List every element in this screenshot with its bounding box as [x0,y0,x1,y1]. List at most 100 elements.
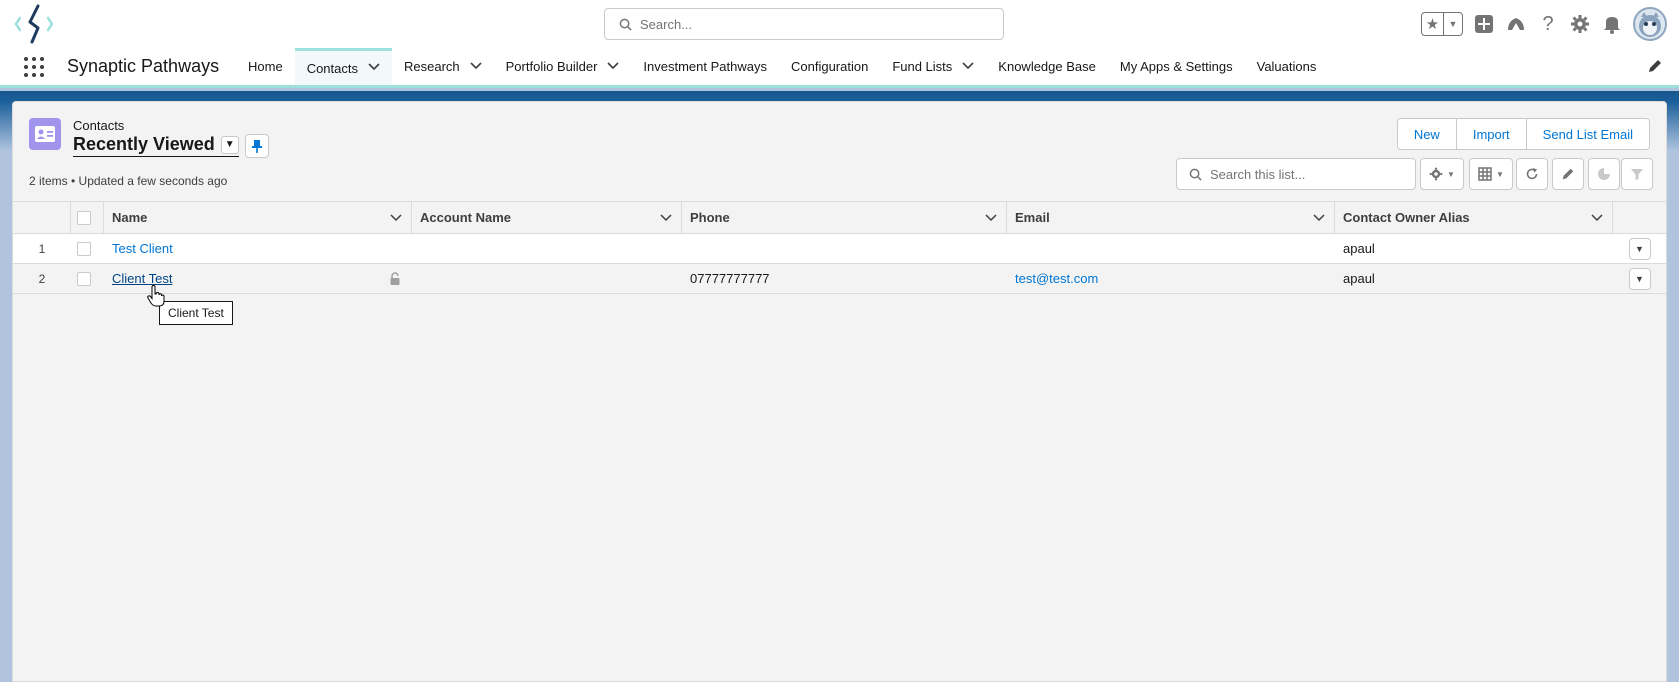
row-number: 2 [38,271,46,286]
list-view-title: Recently Viewed [73,134,215,154]
account-name-cell [412,234,682,263]
row-action-cell: ▼ [1613,234,1666,263]
list-view-controls-button[interactable]: ▼ [1420,158,1464,190]
column-header-email[interactable]: Email [1007,202,1335,233]
object-label: Contacts [73,118,125,133]
nav-items: Home Contacts Research Portfolio Builder… [236,48,1328,85]
row-action-dropdown-icon[interactable]: ▼ [1628,237,1651,260]
chevron-down-icon[interactable] [962,61,974,73]
column-header-name[interactable]: Name [104,202,412,233]
nav-item-configuration[interactable]: Configuration [779,48,880,85]
phone-cell: 07777777777 [690,271,770,286]
global-search[interactable] [604,8,1004,40]
table-row: 1 Test Client apaul ▼ [13,234,1666,264]
nav-item-research[interactable]: Research [392,48,494,85]
favorites-star-icon[interactable]: ★ [1422,13,1444,35]
inline-edit-button[interactable] [1552,158,1584,190]
nav-item-valuations[interactable]: Valuations [1245,48,1329,85]
nav-item-home[interactable]: Home [236,48,295,85]
pencil-icon [1562,168,1574,180]
favorites-dropdown-icon[interactable]: ▼ [1444,13,1462,35]
display-as-table-button[interactable]: ▼ [1469,158,1513,190]
notifications-bell-icon[interactable] [1601,13,1623,35]
row-number-header [13,202,71,233]
add-icon[interactable] [1473,13,1495,35]
contact-object-icon [29,118,61,150]
list-view-card: Contacts Recently Viewed ▼ 2 items • Upd… [12,101,1667,682]
app-name: Synaptic Pathways [67,56,220,76]
search-icon [619,18,632,31]
row-actions-header [1613,202,1666,233]
refresh-button[interactable] [1516,158,1548,190]
global-search-input[interactable] [640,16,980,32]
phone-cell [682,234,1007,263]
row-number: 1 [38,241,46,256]
select-all-header [71,202,104,233]
column-header-contact-owner-alias[interactable]: Contact Owner Alias [1335,202,1613,233]
nav-item-portfolio-builder[interactable]: Portfolio Builder [494,48,632,85]
global-header: ★ ▼ ? [0,0,1679,48]
pin-icon [252,140,262,153]
account-name-cell [412,264,682,293]
select-all-checkbox[interactable] [77,210,91,225]
owner-alias-cell: apaul [1343,271,1375,286]
app-navigation-bar: Synaptic Pathways Home Contacts Research… [0,48,1679,88]
pin-list-button[interactable] [245,134,269,158]
chevron-down-icon[interactable] [470,61,482,73]
list-view-dropdown-icon[interactable]: ▼ [220,135,239,154]
nav-item-my-apps-settings[interactable]: My Apps & Settings [1108,48,1245,85]
row-checkbox[interactable] [77,241,91,256]
contacts-table: Name Account Name Phone Email Contact Ow… [13,201,1666,294]
table-icon [1478,167,1492,181]
app-launcher-icon[interactable] [24,57,44,77]
column-header-account-name[interactable]: Account Name [412,202,682,233]
contact-name-link[interactable]: Client Test [112,271,172,286]
gear-icon [1429,167,1443,181]
chevron-down-icon[interactable] [1312,211,1326,225]
new-button[interactable]: New [1397,119,1457,149]
nav-item-knowledge-base[interactable]: Knowledge Base [986,48,1108,85]
email-cell: test@test.com [1007,264,1335,293]
row-select-cell [71,234,104,263]
table-header-row: Name Account Name Phone Email Contact Ow… [13,201,1666,234]
filter-button[interactable] [1621,158,1653,190]
list-search[interactable] [1176,158,1416,190]
chevron-down-icon[interactable] [1590,211,1604,225]
table-row: 2 Client Test 07777777777 test@test.com … [13,264,1666,294]
send-list-email-button[interactable]: Send List Email [1526,119,1649,149]
link-tooltip: Client Test [159,301,233,325]
chevron-down-icon[interactable] [368,62,380,74]
row-checkbox[interactable] [77,271,91,286]
email-cell [1007,234,1335,263]
header-utility-icons: ★ ▼ ? [1421,6,1667,42]
edit-nav-pencil-icon[interactable] [1647,58,1663,74]
row-action-cell: ▼ [1613,264,1666,293]
setup-gear-icon[interactable] [1569,13,1591,35]
caret-down-icon: ▼ [1496,169,1504,179]
list-view-selector[interactable]: Recently Viewed ▼ [73,134,239,157]
nav-item-contacts[interactable]: Contacts [294,48,392,85]
show-charts-button[interactable] [1588,158,1620,190]
row-action-dropdown-icon[interactable]: ▼ [1628,267,1651,290]
import-button[interactable]: Import [1456,119,1527,149]
trailhead-icon[interactable] [1505,13,1527,35]
chevron-down-icon[interactable] [389,211,403,225]
chart-icon [1598,168,1610,180]
app-logo[interactable] [14,4,56,44]
chevron-down-icon[interactable] [659,211,673,225]
email-link[interactable]: test@test.com [1015,271,1098,286]
nav-item-fund-lists[interactable]: Fund Lists [880,48,986,85]
chevron-down-icon[interactable] [984,211,998,225]
user-avatar[interactable] [1633,7,1667,41]
owner-alias-cell: apaul [1343,241,1375,256]
nav-item-investment-pathways[interactable]: Investment Pathways [631,48,779,85]
column-header-phone[interactable]: Phone [682,202,1007,233]
help-icon[interactable]: ? [1537,13,1559,35]
contact-name-link[interactable]: Test Client [112,241,173,256]
chevron-down-icon[interactable] [607,61,619,73]
lock-icon [388,272,402,286]
caret-down-icon: ▼ [1447,169,1455,179]
list-search-input[interactable] [1210,166,1400,182]
refresh-icon [1526,168,1538,180]
favorites-group[interactable]: ★ ▼ [1421,12,1463,36]
